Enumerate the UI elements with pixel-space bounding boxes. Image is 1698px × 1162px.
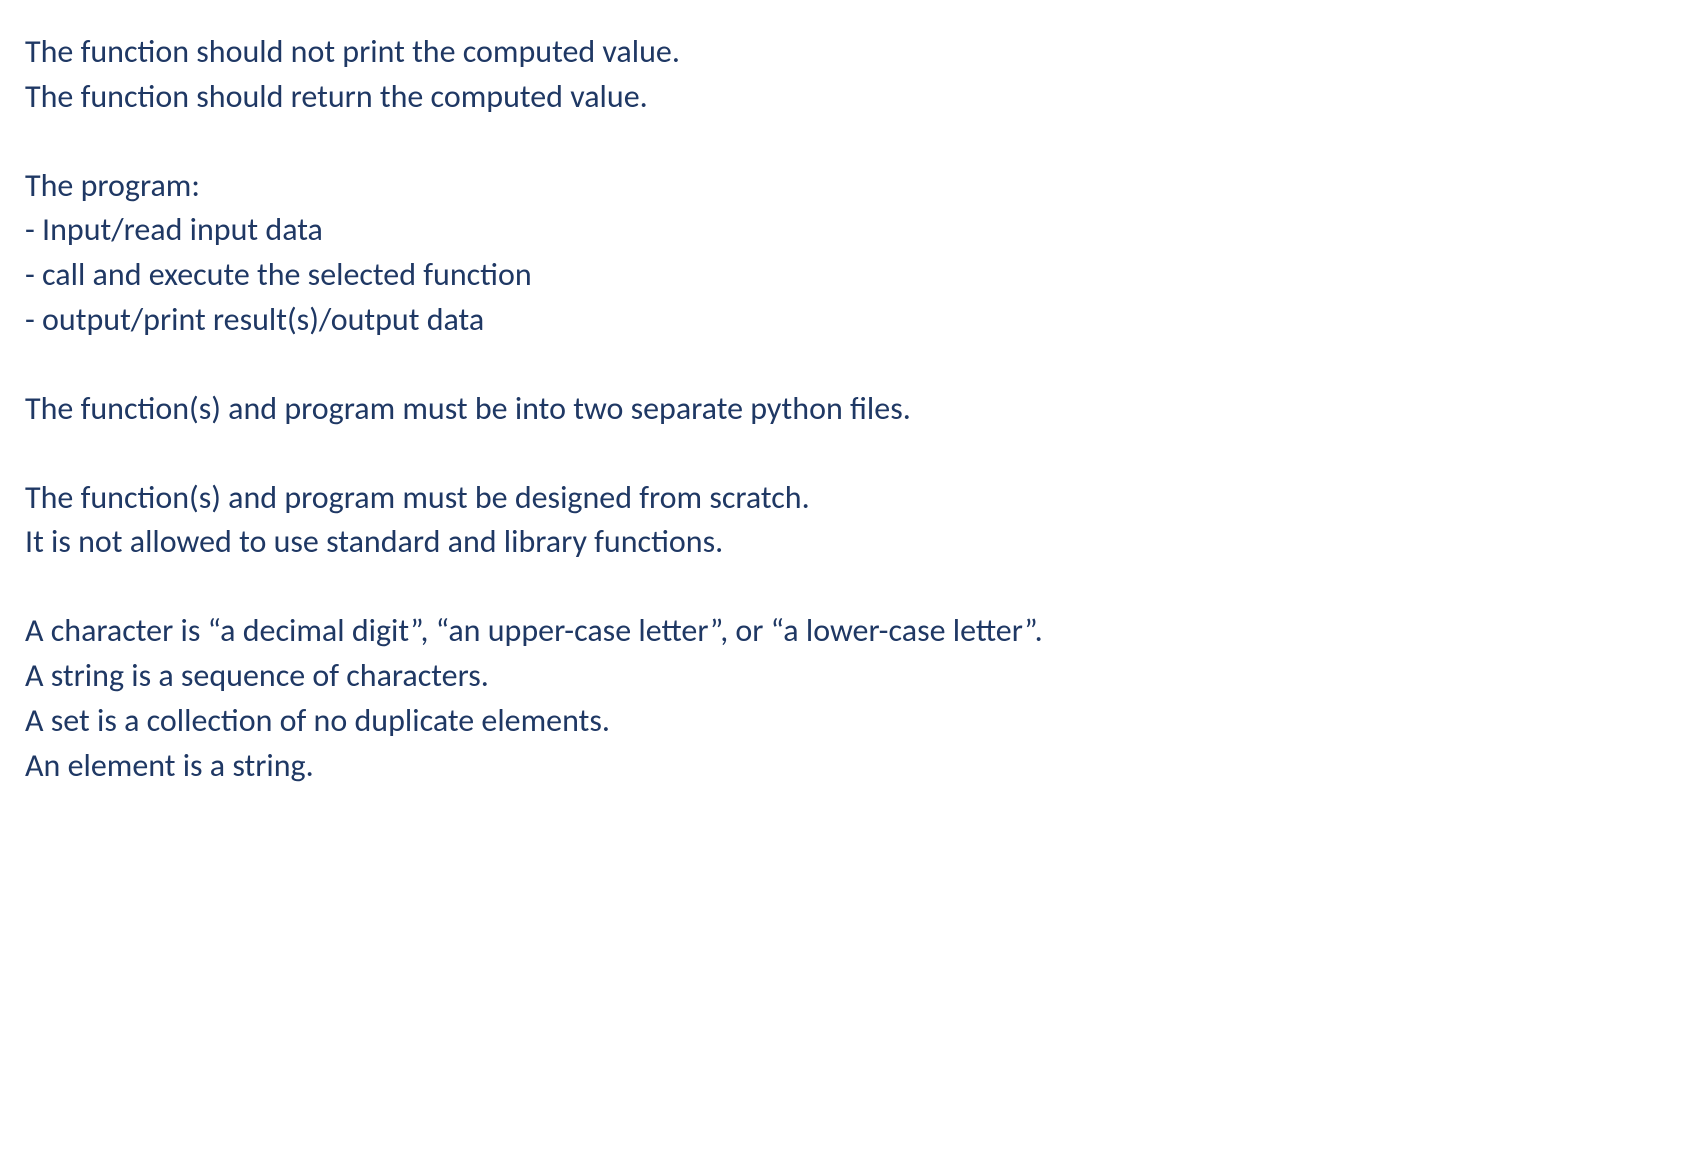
text-line: A string is a sequence of characters. [25,654,1673,699]
text-line: A character is “a decimal digit”, “an up… [25,609,1673,654]
text-line: An element is a string. [25,744,1673,789]
text-line: A set is a collection of no duplicate el… [25,699,1673,744]
paragraph-1: The function should not print the comput… [25,30,1673,120]
text-line: The function should not print the comput… [25,30,1673,75]
paragraph-3: The function(s) and program must be into… [25,387,1673,432]
paragraph-5: A character is “a decimal digit”, “an up… [25,609,1673,788]
text-line: The program: [25,164,1673,209]
text-line: - call and execute the selected function [25,253,1673,298]
text-line: - Input/read input data [25,208,1673,253]
paragraph-2: The program: - Input/read input data - c… [25,164,1673,343]
paragraph-4: The function(s) and program must be desi… [25,476,1673,566]
text-line: The function should return the computed … [25,75,1673,120]
text-line: It is not allowed to use standard and li… [25,520,1673,565]
text-line: - output/print result(s)/output data [25,298,1673,343]
text-line: The function(s) and program must be into… [25,387,1673,432]
text-line: The function(s) and program must be desi… [25,476,1673,521]
